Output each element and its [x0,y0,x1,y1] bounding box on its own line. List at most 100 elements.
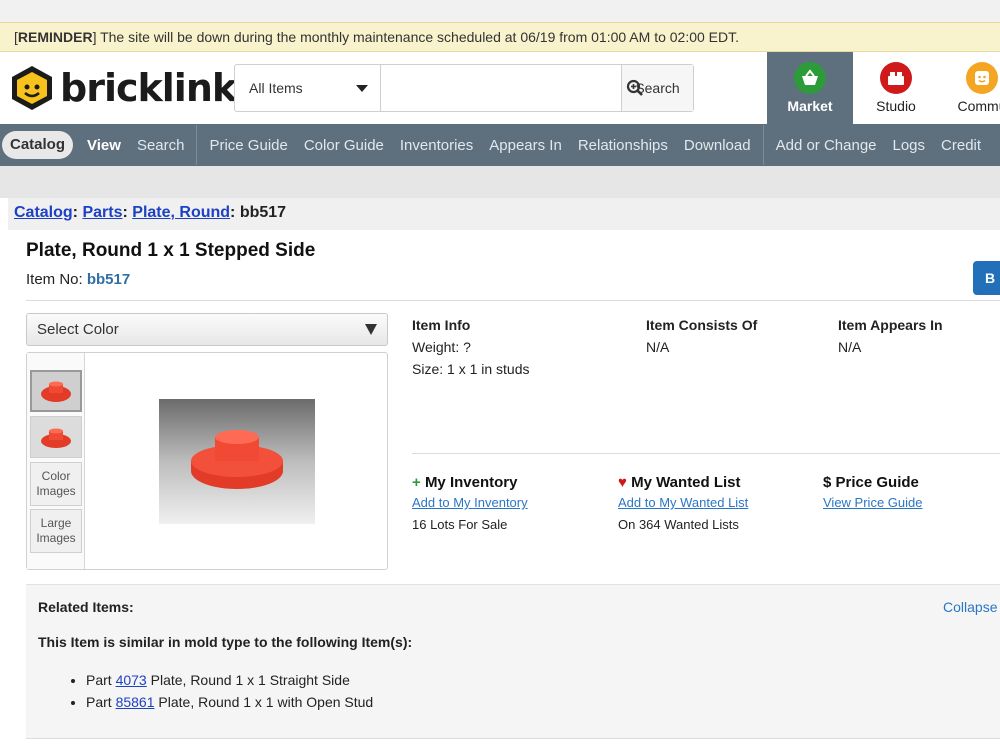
breadcrumb-category[interactable]: Plate, Round [132,204,230,221]
item-size: Size: 1 x 1 in studs [412,361,530,377]
search-input[interactable] [381,65,621,111]
item-number-label: Item No: [26,271,87,288]
top-nav-tiles: Market Studio Commu [767,52,1000,124]
tile-studio[interactable]: Studio [853,52,939,124]
tile-market[interactable]: Market [767,52,853,124]
maintenance-reminder-banner: [REMINDER] The site will be down during … [0,22,1000,52]
tile-community-label: Commu [957,98,1000,114]
price-guide-heading: Price Guide [835,474,919,491]
breadcrumb-catalog[interactable]: Catalog [14,204,73,221]
item-consists-value: N/A [646,339,670,355]
search-bar: All Items Search [234,64,694,112]
triangle-down-icon [365,324,377,335]
related-part-link[interactable]: 4073 [116,672,147,688]
info-divider [412,453,1000,454]
brick-head-icon [10,64,54,112]
nav-add-or-change[interactable]: Add or Change [768,137,885,154]
related-prefix: Part [86,694,116,710]
item-number-value[interactable]: bb517 [87,271,130,288]
buy-button[interactable]: B [973,261,1000,295]
select-color-dropdown[interactable]: Select Color [26,313,388,346]
dollar-icon: $ [823,474,832,491]
item-appears-column: Item Appears In N/A [838,314,943,358]
similar-mold-heading: This Item is similar in mold type to the… [38,634,413,650]
browser-top-strip [0,0,1000,22]
breadcrumb-current: bb517 [239,204,287,221]
breadcrumb-parts[interactable]: Parts [82,204,122,221]
thumbnail-column: Color Images Large Images [27,353,85,569]
related-part-name: Plate, Round 1 x 1 Straight Side [146,672,350,688]
related-items-panel: Related Items: Collapse This Item is sim… [26,584,1000,738]
nav-appears-in[interactable]: Appears In [481,137,570,154]
my-inventory-heading: My Inventory [424,474,518,491]
title-divider [26,300,1000,301]
studio-brick-icon [880,62,912,94]
reminder-tag: REMINDER [17,29,93,45]
catalog-navbar: Catalog View Search Price Guide Color Gu… [0,124,1000,166]
select-color-value: Select Color [37,321,119,338]
nav-price-guide[interactable]: Price Guide [201,137,295,154]
nav-color-guide[interactable]: Color Guide [296,137,392,154]
add-to-inventory-link[interactable]: Add to My Inventory [412,495,528,510]
collapse-link[interactable]: Collapse [943,599,997,615]
thumbnail-1[interactable] [30,370,82,412]
related-part-name: Plate, Round 1 x 1 with Open Stud [154,694,374,710]
wanted-list-count: On 364 Wanted Lists [618,517,739,532]
page-title: Plate, Round 1 x 1 Stepped Side [26,240,316,261]
related-part-link[interactable]: 85861 [116,694,155,710]
item-consists-heading: Item Consists Of [646,317,758,333]
tile-studio-label: Studio [876,98,916,114]
nav-relationships[interactable]: Relationships [570,137,676,154]
thumbnail-2[interactable] [30,416,82,458]
basket-icon [794,62,826,94]
related-items-label: Related Items: [38,599,134,615]
breadcrumb: Catalog: Parts: Plate, Round: bb517 [8,198,1000,230]
reminder-text: The site will be down during the monthly… [96,29,740,45]
add-to-wanted-link[interactable]: Add to My Wanted List [618,495,748,510]
community-face-icon [966,62,998,94]
logo-text: bricklink [60,66,237,110]
wanted-list-heading: My Wanted List [631,474,741,491]
item-info-column: Item Info Weight: ? Size: 1 x 1 in studs [412,314,530,380]
nav-separator [762,125,764,165]
large-images-button[interactable]: Large Images [30,509,82,553]
header-gap [0,166,1000,198]
plus-icon: + [412,474,421,491]
related-items-list: Part 4073 Plate, Round 1 x 1 Straight Si… [86,669,373,713]
item-number: Item No: bb517 [26,271,130,288]
related-prefix: Part [86,672,116,688]
tile-market-label: Market [787,98,833,114]
main-item-image[interactable] [159,399,315,524]
item-info-heading: Item Info [412,317,471,333]
item-appears-heading: Item Appears In [838,317,943,333]
nav-separator [196,125,198,165]
image-gallery: Color Images Large Images [26,352,388,570]
bricklink-logo[interactable]: bricklink [10,62,237,114]
list-item: Part 85861 Plate, Round 1 x 1 with Open … [86,691,373,713]
nav-credit[interactable]: Credit [933,137,989,154]
item-weight: Weight: ? [412,339,471,355]
site-header: bricklink All Items Search Market Studio… [0,52,1000,124]
view-price-guide-link[interactable]: View Price Guide [823,495,922,510]
item-appears-value: N/A [838,339,862,355]
caret-down-icon [356,85,368,92]
my-inventory-block: + My Inventory Add to My Inventory 16 Lo… [412,473,528,535]
nav-inventories[interactable]: Inventories [392,137,481,154]
item-consists-column: Item Consists Of N/A [646,314,757,358]
color-images-button[interactable]: Color Images [30,462,82,506]
nav-logs[interactable]: Logs [885,137,934,154]
magnifier-plus-icon[interactable] [615,65,655,111]
search-category-select[interactable]: All Items [235,65,381,111]
list-item: Part 4073 Plate, Round 1 x 1 Straight Si… [86,669,373,691]
bottom-divider [26,738,1000,739]
nav-catalog-pill[interactable]: Catalog [2,131,74,159]
nav-view[interactable]: View [79,137,129,154]
nav-download[interactable]: Download [676,137,759,154]
price-guide-block: $ Price Guide View Price Guide [823,473,922,513]
heart-icon: ♥ [618,474,627,491]
search-category-value: All Items [249,80,303,96]
nav-search[interactable]: Search [129,137,193,154]
lots-for-sale: 16 Lots For Sale [412,517,508,532]
wanted-list-block: ♥ My Wanted List Add to My Wanted List O… [618,473,748,535]
tile-community[interactable]: Commu [939,52,1000,124]
